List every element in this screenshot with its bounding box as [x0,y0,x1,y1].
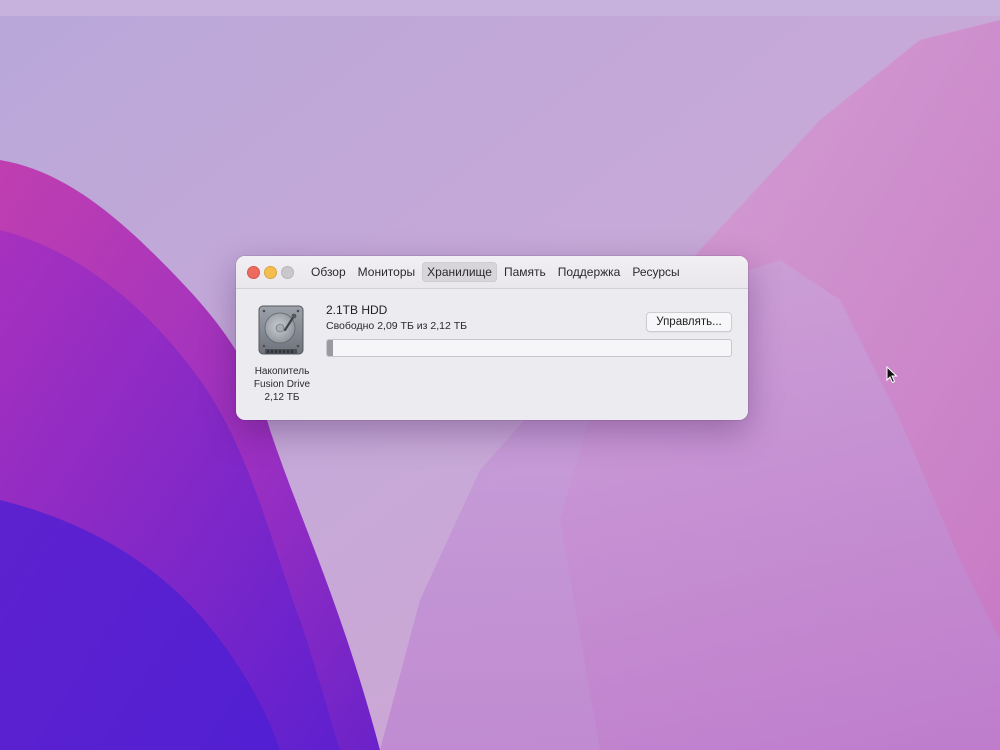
tab-overview[interactable]: Обзор [306,262,351,282]
zoom-window-button [281,266,294,279]
system-info-window: Обзор Мониторы Хранилище Память Поддержк… [236,256,748,420]
tab-storage[interactable]: Хранилище [422,262,497,282]
tab-memory[interactable]: Память [499,262,551,282]
storage-usage-bar [326,339,732,357]
tab-bar: Обзор Мониторы Хранилище Память Поддержк… [306,262,685,282]
mouse-cursor-icon [886,366,898,384]
minimize-window-button[interactable] [264,266,277,279]
close-window-button[interactable] [247,266,260,279]
hard-drive-icon [258,305,304,355]
tab-displays[interactable]: Мониторы [353,262,420,282]
drive-caption: Накопитель Fusion Drive 2,12 ТБ [244,365,320,404]
drive-caption-line3: 2,12 ТБ [264,392,300,403]
tab-resources[interactable]: Ресурсы [627,262,684,282]
drive-name: 2.1TB HDD [326,303,388,317]
storage-usage-fill [327,340,333,356]
manage-button[interactable]: Управлять... [646,312,732,332]
free-space-text: Свободно 2,09 ТБ из 2,12 ТБ [326,320,468,332]
window-titlebar[interactable]: Обзор Мониторы Хранилище Память Поддержк… [236,256,748,289]
tab-support[interactable]: Поддержка [553,262,626,282]
storage-panel: Накопитель Fusion Drive 2,12 ТБ 2.1TB HD… [236,289,748,420]
drive-caption-line2: Fusion Drive [253,379,311,390]
drive-caption-line1: Накопитель [254,366,310,377]
